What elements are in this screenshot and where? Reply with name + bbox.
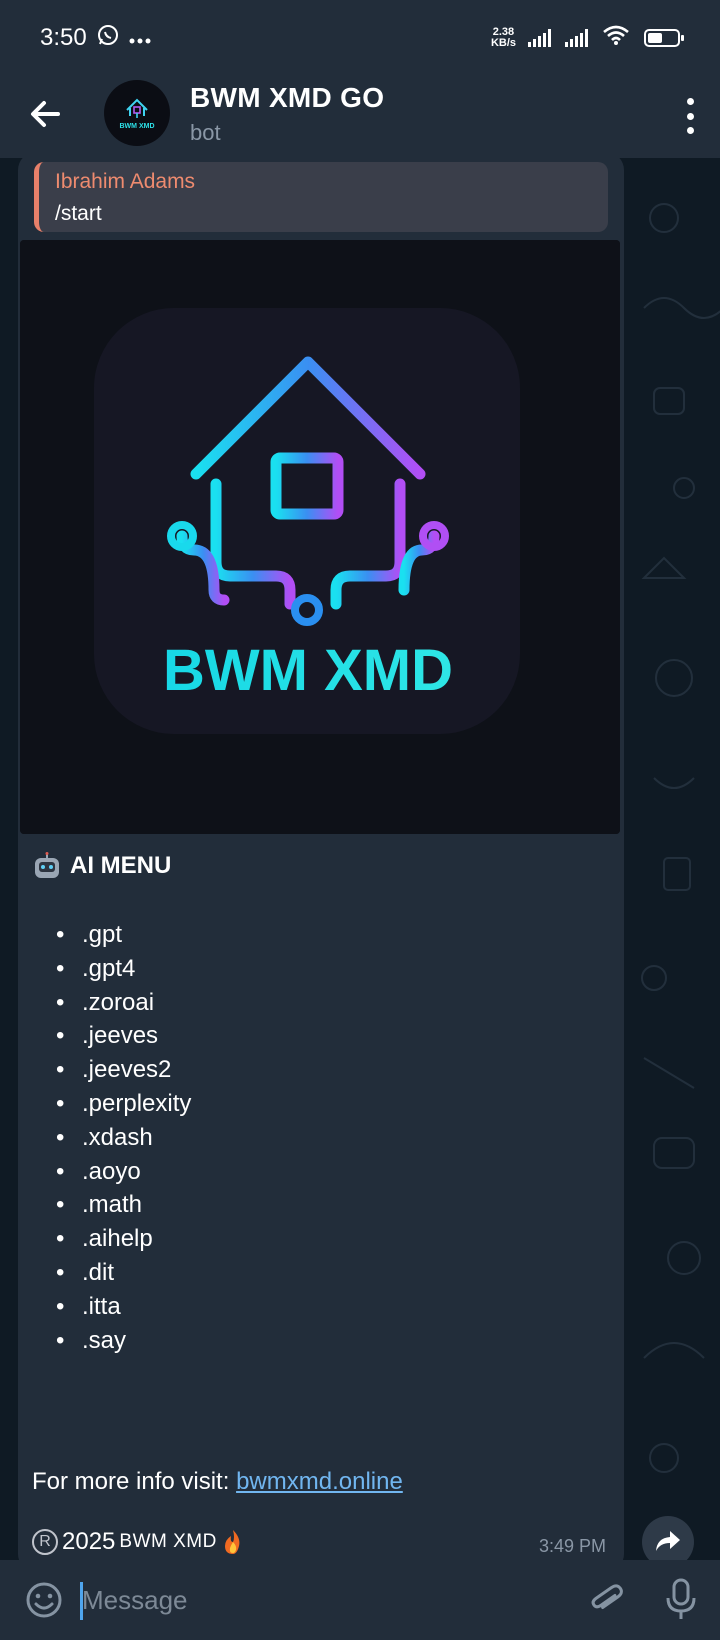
house-circuit-icon [126,98,148,118]
footer-brand: BWM XMD [119,1531,217,1552]
message-time: 3:49 PM [538,1536,606,1556]
robot-icon [35,852,59,878]
list-item: .perplexity [42,1087,191,1121]
net-speed-unit: KB/s [490,37,516,49]
microphone-icon [666,1578,696,1619]
bot-avatar[interactable]: BWM XMD [104,80,170,146]
list-item: .aoyo [42,1155,191,1189]
chat-area[interactable]: Ibrahim Adams /start BWM XMD AI MENU • .… [0,158,720,1560]
bot-logo-image[interactable]: BWM XMD [20,240,620,834]
list-item: .gpt4 [42,952,191,986]
message-footer: R 2025 BWM XMD [32,1528,245,1556]
footer-year: 2025 [62,1528,116,1555]
fire-icon [224,1530,240,1554]
list-item: .say [42,1324,191,1358]
registered-icon: R [32,1529,58,1555]
menu-heading-text: AI MENU [70,852,172,879]
info-prefix: For more info visit: [32,1468,230,1495]
info-link[interactable]: bwmxmd.online [236,1468,403,1495]
list-item: .zoroai [42,986,191,1020]
list-item: .itta [42,1290,191,1324]
list-item: .gpt [42,918,191,952]
more-dots-icon [129,25,151,51]
list-item: .aihelp [42,1222,191,1256]
forward-button[interactable] [642,1516,694,1560]
forward-arrow-icon [656,1531,680,1551]
battery-icon [644,29,684,47]
list-item: .xdash [42,1121,191,1155]
status-bar: 3:50 2.38 KB/s [0,0,720,76]
wallpaper-doodles [641,203,720,1473]
menu-heading: AI MENU [32,852,171,880]
chat-header: BWM XMD BWM XMD GO bot [0,76,720,158]
net-speed: 2.38 KB/s [491,27,516,49]
whatsapp-icon [97,24,119,52]
list-item: .jeeves2 [42,1053,191,1087]
list-item: .math [42,1188,191,1222]
message-composer [0,1560,720,1640]
command-list: .gpt .gpt4 .zoroai .jeeves .jeeves2 .per… [42,918,191,1357]
paperclip-icon [591,1584,623,1610]
chat-title[interactable]: BWM XMD GO [190,82,384,114]
smiley-icon [26,1582,62,1618]
signal-icon-2 [565,29,588,47]
message-bubble[interactable]: Ibrahim Adams /start BWM XMD AI MENU • .… [18,158,624,1560]
message-input[interactable] [82,1578,542,1622]
list-item: .dit [42,1256,191,1290]
wifi-icon [602,24,630,53]
status-right-group: 2.38 KB/s [491,24,684,53]
reply-author: Ibrahim Adams [55,170,196,193]
bwm-xmd-logo: BWM XMD [20,240,620,834]
attach-button[interactable] [586,1580,626,1620]
chat-subtitle: bot [190,120,221,145]
avatar-label: BWM XMD [119,123,155,130]
arrow-left-icon [31,101,60,127]
info-line: For more info visit: bwmxmd.online [32,1468,403,1496]
logo-text: BWM XMD [163,638,453,703]
emoji-button[interactable] [24,1580,64,1620]
back-button[interactable] [26,94,66,134]
status-time: 3:50 [40,24,87,51]
reply-quote[interactable]: Ibrahim Adams /start [34,162,608,232]
reply-text: /start [55,202,102,225]
list-item: .jeeves [42,1019,191,1053]
microphone-button[interactable] [664,1578,698,1622]
more-options-button[interactable] [682,98,698,134]
signal-icon-1 [528,29,551,47]
